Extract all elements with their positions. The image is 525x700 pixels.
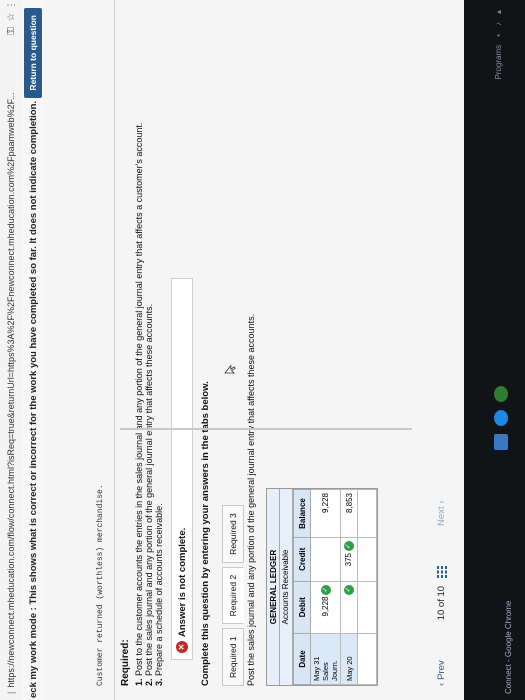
ledger-account-name: Accounts Receivable bbox=[280, 489, 293, 685]
table-row: May 20 ✓ 375 ✓ 8,853 bbox=[340, 489, 358, 685]
empty-cell[interactable] bbox=[357, 581, 377, 634]
volume-icon[interactable]: ♪ bbox=[494, 22, 503, 26]
instructions: Complete this question by entering your … bbox=[200, 381, 211, 686]
table-row bbox=[357, 489, 377, 685]
credit-cell[interactable] bbox=[310, 537, 341, 582]
debit-cell[interactable]: 9,228✓ bbox=[310, 581, 341, 634]
purchase-note: Customer returned (worthless) merchandis… bbox=[96, 484, 105, 686]
required-heading: Required: bbox=[120, 639, 131, 686]
debit-cell[interactable]: ✓ bbox=[340, 581, 358, 634]
correct-check-icon: ✓ bbox=[344, 584, 354, 595]
balance-value: 8,853 bbox=[344, 493, 354, 514]
empty-cell[interactable] bbox=[357, 489, 377, 538]
active-window-title: Connect - Google Chrome bbox=[504, 600, 513, 694]
requirement-3: 3. Prepare a schedule of accounts receiv… bbox=[154, 26, 164, 686]
requirements: Required: 1. Post to the customer accoun… bbox=[120, 26, 164, 686]
date-line-1: May 20 bbox=[344, 656, 354, 681]
empty-cell[interactable] bbox=[357, 633, 377, 685]
check-mode-message: eck my work mode : This shows what is co… bbox=[27, 100, 39, 698]
post-instruction: Post the sales journal and any portion o… bbox=[246, 313, 256, 686]
correct-check-icon: ✓ bbox=[344, 541, 354, 551]
ledger-title: GENERAL LEDGER bbox=[267, 489, 280, 685]
file-explorer-icon[interactable] bbox=[494, 434, 508, 450]
pagination: ‹ Prev 10 of 10 Next › bbox=[436, 326, 447, 686]
tab-required-2[interactable]: Required 2 bbox=[222, 566, 244, 625]
chevron-left-icon: ‹ bbox=[436, 682, 447, 686]
next-label: Next bbox=[436, 506, 447, 526]
requirement-3-number: 3. bbox=[154, 678, 164, 686]
requirement-2-number: 2. bbox=[144, 678, 154, 686]
question-content: Customer returned (worthless) merchandis… bbox=[44, 0, 464, 700]
chevron-right-icon: › bbox=[436, 500, 447, 504]
network-icon[interactable]: ▪ bbox=[494, 34, 503, 37]
table-row: May 31 Sales Journ. 9,228✓ 9,228 bbox=[310, 489, 341, 685]
system-tray: Programs ▪ ♪ ▴ bbox=[494, 10, 503, 88]
tab-required-3[interactable]: Required 3 bbox=[222, 505, 244, 563]
internet-explorer-icon[interactable] bbox=[494, 410, 508, 426]
requirement-1-text: Post to the customer accounts the entrie… bbox=[134, 122, 144, 676]
date-line-1: May 31 Sales bbox=[312, 656, 330, 681]
notification-icon[interactable]: ▴ bbox=[494, 10, 503, 14]
return-to-question-button[interactable]: Return to question bbox=[24, 8, 42, 98]
date-cell[interactable]: May 20 bbox=[340, 633, 358, 685]
credit-value: 375 bbox=[344, 553, 354, 567]
bar-divider: | bbox=[6, 691, 16, 694]
address-bar[interactable]: | https://newconnect.mheducation.com/flo… bbox=[0, 0, 23, 700]
balance-cell[interactable]: 8,853 bbox=[340, 489, 358, 538]
requirement-1-number: 1. bbox=[134, 678, 144, 686]
ledger-header-row: Date Debit Credit Balance bbox=[293, 489, 311, 685]
next-button[interactable]: Next › bbox=[436, 501, 447, 526]
prev-label: Prev bbox=[436, 660, 447, 680]
empty-cell[interactable] bbox=[357, 537, 377, 582]
error-icon: ✕ bbox=[176, 641, 188, 653]
ledger-table: Date Debit Credit Balance May 31 Sales Jo… bbox=[293, 489, 377, 685]
debit-value: 9,228 bbox=[320, 596, 330, 617]
taskbar: Connect - Google Chrome Programs ▪ ♪ ▴ bbox=[464, 0, 525, 700]
bookmark-star-icon[interactable]: ☆ bbox=[6, 10, 17, 24]
general-ledger: GENERAL LEDGER Accounts Receivable Date … bbox=[266, 488, 378, 686]
credit-cell[interactable]: 375 ✓ bbox=[340, 537, 358, 582]
tab-required-1[interactable]: Required 1 bbox=[222, 628, 244, 686]
balance-value: 9,228 bbox=[321, 493, 330, 514]
balance-cell[interactable]: 9,228 bbox=[310, 489, 341, 538]
date-line-2: Journ. bbox=[330, 660, 339, 681]
grid-icon[interactable] bbox=[436, 565, 447, 578]
key-icon[interactable]: ⚿ bbox=[6, 24, 17, 38]
page-count: 10 of 10 bbox=[436, 585, 447, 621]
date-cell[interactable]: May 31 Sales Journ. bbox=[310, 633, 341, 685]
answer-status-banner: ✕ Answer is not complete. bbox=[171, 278, 193, 660]
correct-check-icon: ✓ bbox=[320, 584, 331, 595]
programs-label[interactable]: Programs bbox=[494, 45, 503, 80]
check-my-work-bar: eck my work mode : This shows what is co… bbox=[22, 0, 45, 700]
url-text[interactable]: https://newconnect.mheducation.com/flow/… bbox=[6, 38, 16, 687]
col-date: Date bbox=[293, 633, 311, 685]
requirement-tabs: Required 1 Required 2 Required 3 bbox=[222, 501, 244, 686]
requirement-1: 1. Post to the customer accounts the ent… bbox=[134, 26, 144, 686]
content-border bbox=[120, 428, 412, 430]
col-balance: Balance bbox=[293, 489, 311, 538]
col-debit: Debit bbox=[293, 581, 311, 634]
answer-status-text: Answer is not complete. bbox=[176, 527, 188, 637]
taskbar-apps bbox=[494, 378, 508, 450]
mouse-cursor-icon bbox=[224, 364, 236, 374]
requirement-3-text: Prepare a schedule of accounts receivabl… bbox=[154, 503, 164, 676]
chrome-icon[interactable] bbox=[494, 386, 508, 402]
col-credit: Credit bbox=[293, 537, 311, 582]
prev-button[interactable]: ‹ Prev bbox=[436, 660, 447, 686]
screen: | https://newconnect.mheducation.com/flo… bbox=[0, 0, 525, 700]
requirement-2: 2. Post the sales journal and any portio… bbox=[144, 26, 154, 686]
menu-icon[interactable]: ⋮ bbox=[6, 0, 17, 10]
requirement-2-text: Post the sales journal and any portion o… bbox=[144, 303, 154, 676]
divider bbox=[114, 0, 115, 700]
